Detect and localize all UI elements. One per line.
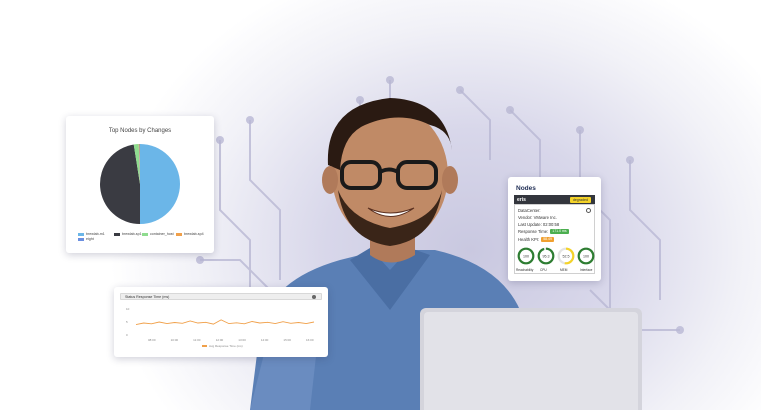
pie-slice[interactable] <box>100 144 140 224</box>
y-tick-label: 10 <box>126 307 130 311</box>
datacenter-label: DataCenter: <box>518 208 541 213</box>
health-kpi-label: Health KPI: <box>518 237 540 242</box>
line-legend-label: Avg Response Time (ms) <box>209 344 243 348</box>
svg-text:100: 100 <box>583 254 589 258</box>
legend-label: brewlab-sp1 <box>122 232 142 236</box>
hero-stage: Top Nodes by Changes brewlab-m1 brewlab-s… <box>0 0 761 410</box>
response-time-card: Status Response Time (ms) 10 5 0 08:00 10:00… <box>114 287 328 357</box>
line-chart: 10 5 0 08:00 10:00 11:00 12:00 13:00 14:00 15:00 1… <box>126 307 315 348</box>
x-tick-label: 15:00 <box>283 338 291 342</box>
response-time-label: Response Time: <box>518 229 549 234</box>
node-header[interactable]: eris degraded <box>514 195 595 204</box>
line-series <box>135 319 315 326</box>
legend-item[interactable]: container_host <box>142 232 174 236</box>
legend-label: brewlab-sp4 <box>184 232 204 236</box>
legend-swatch <box>78 237 84 241</box>
x-tick-label: 10:00 <box>171 338 179 342</box>
gauge-reachability: 100 <box>517 247 535 265</box>
top-nodes-pie-card: Top Nodes by Changes brewlab-m1 brewlab-s… <box>66 116 214 253</box>
legend-label: container_host <box>150 232 174 236</box>
node-details: DataCenter: Vendor: VMware Inc. Last Upd… <box>514 204 595 274</box>
gauge-interface: 100 <box>577 247 595 265</box>
legend-swatch <box>176 232 182 236</box>
svg-text:95.3: 95.3 <box>543 254 550 258</box>
y-tick-label: 5 <box>126 320 128 324</box>
last-update-label: Last Update: 02:00:58 <box>518 222 560 227</box>
svg-text:52.5: 52.5 <box>563 254 570 258</box>
response-time-pill: 171.0 ms <box>550 229 569 235</box>
node-name: eris <box>517 196 526 203</box>
svg-text:100: 100 <box>523 254 529 258</box>
y-tick-label: 0 <box>126 333 128 337</box>
gauge-label: CPU <box>540 268 547 272</box>
status-badge: degraded <box>569 196 591 203</box>
legend-item[interactable]: eight <box>78 237 94 241</box>
x-tick-label: 14:00 <box>261 338 269 342</box>
gauge-label: MEM <box>560 268 568 272</box>
nodes-card: Nodes eris degraded DataCenter: Vendor: … <box>508 177 601 281</box>
gauge-label: Interface <box>580 268 593 272</box>
response-time-row: Response Time: 171.0 ms <box>518 229 569 235</box>
vendor-label: Vendor: VMware Inc. <box>518 215 557 220</box>
x-tick-label: 13:00 <box>238 338 246 342</box>
x-tick-label: 16:00 <box>306 338 314 342</box>
x-tick-label: 08:00 <box>148 338 156 342</box>
x-tick-label: 11:00 <box>193 338 201 342</box>
legend-swatch <box>142 232 148 236</box>
legend-item[interactable]: brewlab-sp4 <box>176 232 204 236</box>
legend-label: brewlab-m1 <box>86 232 105 236</box>
legend-label: eight <box>86 237 94 241</box>
gauge-mem: 52.5 <box>557 247 575 265</box>
nodes-card-title: Nodes <box>516 185 536 192</box>
legend-swatch <box>114 232 120 236</box>
gauge-cpu: 95.3 <box>537 247 555 265</box>
legend-item[interactable]: brewlab-m1 <box>78 232 105 236</box>
legend-item[interactable]: brewlab-sp1 <box>114 232 142 236</box>
gauge-label: Reachability <box>516 268 534 272</box>
legend-swatch <box>78 232 84 236</box>
health-kpi-row: Health KPI: 58.49 <box>518 237 554 243</box>
gauges-row: 100 Reachability 95.3 CPU 52.5 MEM 100 Interfac… <box>516 247 595 273</box>
laptop-illustration <box>420 308 642 410</box>
x-tick-label: 12:00 <box>216 338 224 342</box>
health-kpi-pill: 58.49 <box>541 237 554 243</box>
pie-slice[interactable] <box>140 144 180 224</box>
info-icon[interactable] <box>586 208 591 213</box>
line-legend-swatch <box>202 345 207 347</box>
